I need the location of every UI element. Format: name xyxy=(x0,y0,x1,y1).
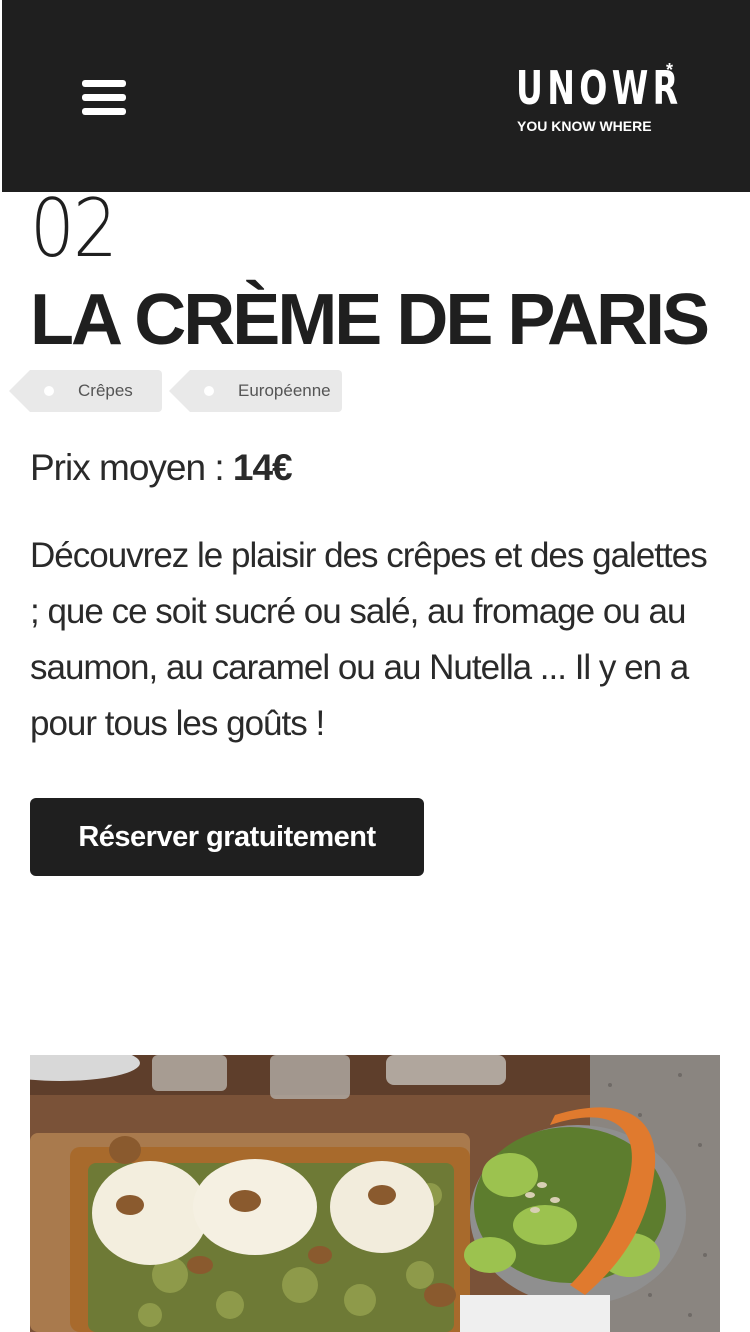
reserve-button[interactable]: Réserver gratuitement xyxy=(30,798,424,876)
restaurant-number: 02 xyxy=(30,182,118,275)
unowr-logo[interactable]: UNOWR * YOU KNOW WHERE xyxy=(516,60,686,142)
menu-bar xyxy=(82,80,126,87)
menu-bar xyxy=(82,94,126,101)
hamburger-menu-icon[interactable] xyxy=(82,78,128,116)
tag-hole-icon xyxy=(204,386,214,396)
restaurant-name: LA CRÈME DE PARIS xyxy=(30,280,710,360)
restaurant-description: Découvrez le plaisir des crêpes et des g… xyxy=(30,536,708,743)
tag-europeenne[interactable]: Européenne xyxy=(169,370,342,412)
average-price: Prix moyen : 14€ xyxy=(30,444,293,492)
tag-label: Crêpes xyxy=(78,381,133,400)
price-value: 14€ xyxy=(232,447,293,488)
tag-hole-icon xyxy=(44,386,54,396)
price-label: Prix moyen : xyxy=(30,447,233,488)
site-header: UNOWR * YOU KNOW WHERE xyxy=(2,0,750,192)
logo-wordmark: UNOWR xyxy=(516,61,683,115)
tag-crepes[interactable]: Crêpes xyxy=(9,370,162,412)
logo-tagline: YOU KNOW WHERE xyxy=(517,118,652,134)
galette-with-goat-cheese-and-salad-image xyxy=(30,1055,720,1332)
logo-star: * xyxy=(666,60,674,80)
menu-bar xyxy=(82,108,126,115)
tag-label: Européenne xyxy=(238,381,331,400)
